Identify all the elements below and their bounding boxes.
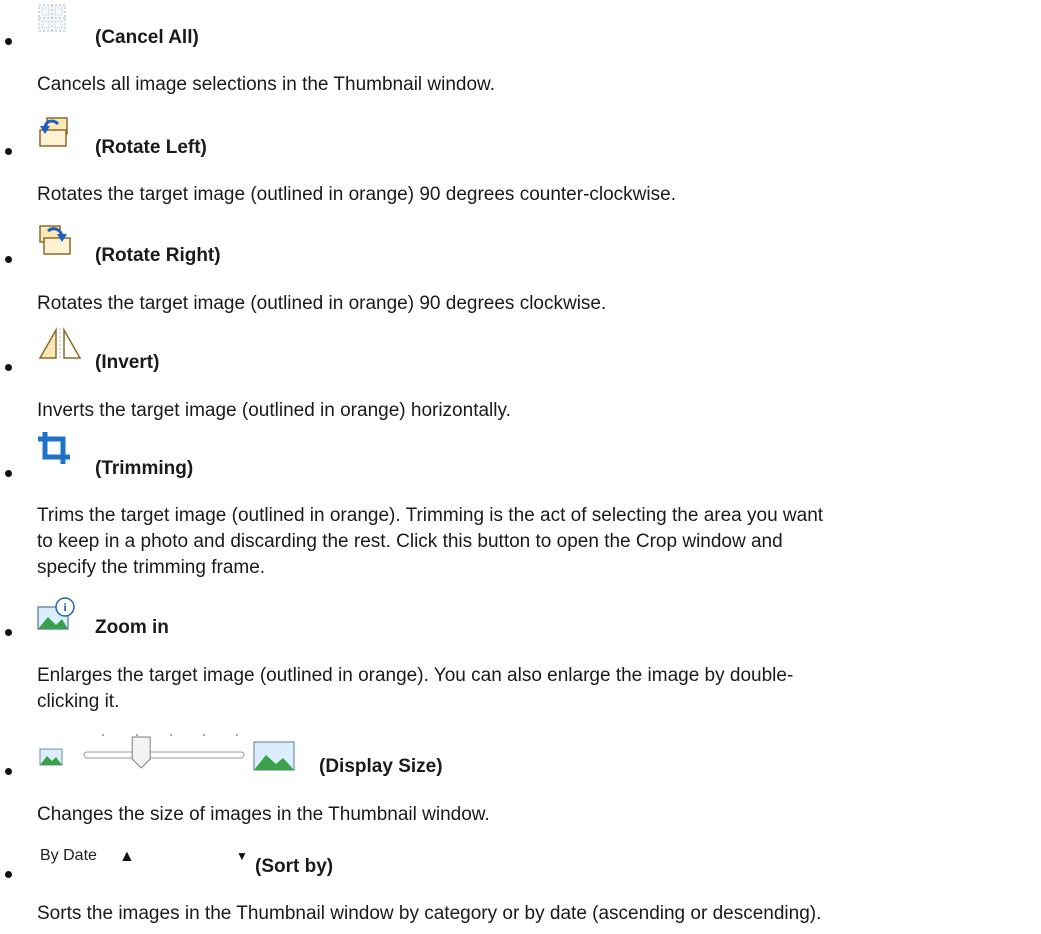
bullet xyxy=(5,148,12,155)
rotate-left-icon[interactable] xyxy=(36,114,72,150)
bullet xyxy=(5,364,12,371)
item-description: Rotates the target image (outlined in or… xyxy=(37,184,676,205)
bullet xyxy=(5,256,12,263)
description-line: Enlarges the target image (outlined in o… xyxy=(37,665,794,686)
slider-thumb xyxy=(131,736,151,769)
bullet xyxy=(5,768,12,775)
sort-dropdown-value: By Date xyxy=(40,847,97,864)
item-description: Enlarges the target image (outlined in o… xyxy=(37,663,1037,715)
large-image-icon xyxy=(253,741,295,771)
crop-icon[interactable] xyxy=(36,430,72,466)
description-line: specify the trimming frame. xyxy=(37,557,266,578)
item-description: Trims the target image (outlined in oran… xyxy=(37,503,1037,581)
chevron-down-icon[interactable]: ▼ xyxy=(236,849,248,863)
item-title: (Display Size) xyxy=(319,756,443,777)
bullet xyxy=(5,470,12,477)
item-title: (Rotate Left) xyxy=(95,137,207,158)
item-description: Rotates the target image (outlined in or… xyxy=(37,293,607,314)
bullet xyxy=(5,871,12,878)
zoom-in-image-icon[interactable]: i xyxy=(36,597,76,633)
invert-icon[interactable] xyxy=(36,326,84,362)
description-line: clicking it. xyxy=(37,691,120,712)
description-line: to keep in a photo and discarding the re… xyxy=(37,531,783,552)
item-title: (Sort by) xyxy=(255,856,334,877)
item-description: Changes the size of images in the Thumbn… xyxy=(37,804,490,825)
small-image-icon xyxy=(39,748,63,766)
item-description: Cancels all image selections in the Thum… xyxy=(37,74,496,95)
item-title: (Rotate Right) xyxy=(95,245,221,266)
description-line: Trims the target image (outlined in oran… xyxy=(37,505,824,526)
bullet xyxy=(5,629,12,636)
item-title: (Invert) xyxy=(95,352,160,373)
sort-dropdown[interactable]: By Date ▲ ▼ xyxy=(36,842,251,872)
item-description: Sorts the images in the Thumbnail window… xyxy=(37,903,822,924)
rotate-right-icon[interactable] xyxy=(36,222,72,258)
sort-ascending-icon[interactable]: ▲ xyxy=(119,848,135,866)
item-description: Inverts the target image (outlined in or… xyxy=(37,400,511,421)
item-title: (Trimming) xyxy=(95,458,194,479)
item-title: Zoom in xyxy=(95,617,169,638)
display-size-slider[interactable] xyxy=(36,731,306,775)
